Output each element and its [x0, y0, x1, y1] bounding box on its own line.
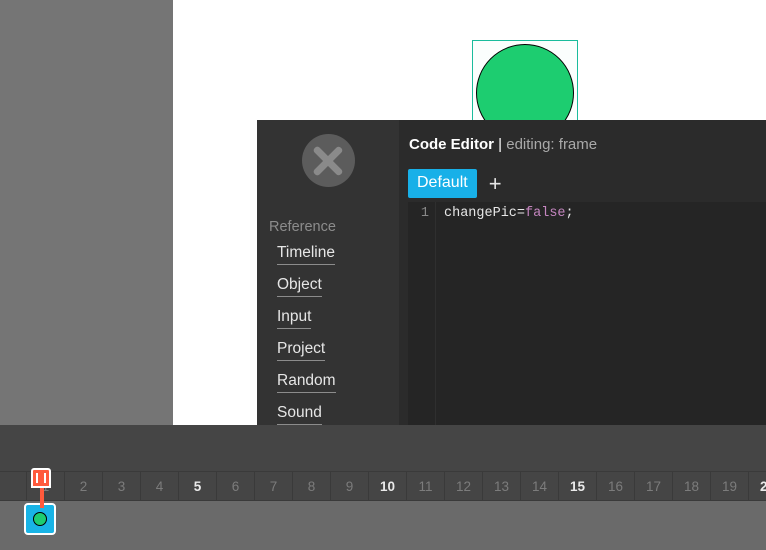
code-token-op: = [517, 206, 525, 221]
script-tab-bar: Default + [408, 169, 506, 198]
ruler-tick[interactable]: 5 [178, 472, 216, 500]
reference-item-input[interactable]: Input [277, 308, 311, 329]
script-tab-default[interactable]: Default [408, 169, 477, 198]
ruler-tick[interactable]: 19 [710, 472, 748, 500]
code-token-bool: false [525, 206, 566, 221]
ruler-tick[interactable]: 9 [330, 472, 368, 500]
reference-item-random[interactable]: Random [277, 372, 336, 393]
ruler-tick[interactable]: 3 [102, 472, 140, 500]
ruler-tick[interactable]: 20 [748, 472, 766, 500]
add-script-tab-button[interactable]: + [485, 173, 506, 195]
code-editor-main: Code Editor | editing: frame Default + 1… [399, 120, 766, 469]
timeline-playhead[interactable] [31, 468, 53, 508]
code-editor-panel: Reference Timeline Object Input Project … [257, 120, 766, 469]
ruler-tick[interactable]: 11 [406, 472, 444, 500]
frame-thumbnail-circle-icon [33, 512, 47, 526]
reference-item-timeline[interactable]: Timeline [277, 244, 335, 265]
ruler-tick[interactable]: 4 [140, 472, 178, 500]
reference-item-project[interactable]: Project [277, 340, 325, 361]
timeline-ruler[interactable]: 1234567891011121314151617181920 [0, 471, 766, 501]
ruler-tick[interactable]: 15 [558, 472, 596, 500]
ruler-tick[interactable]: 7 [254, 472, 292, 500]
code-token-punc: ; [566, 206, 574, 221]
close-icon[interactable] [302, 134, 355, 187]
line-number: 1 [408, 206, 429, 221]
code-editor-title-prefix: Code Editor [409, 136, 494, 153]
reference-item-object[interactable]: Object [277, 276, 322, 297]
ruler-tick[interactable]: 17 [634, 472, 672, 500]
ruler-tick[interactable]: 13 [482, 472, 520, 500]
stage-offcanvas-left [0, 0, 173, 425]
playhead-stem [40, 488, 44, 508]
ruler-tick[interactable]: 14 [520, 472, 558, 500]
reference-item-sound[interactable]: Sound [277, 404, 322, 425]
ruler-tick[interactable]: 10 [368, 472, 406, 500]
code-token-ident: changePic [444, 206, 517, 221]
timeline: 1234567891011121314151617181920 [0, 425, 766, 550]
ruler-tick[interactable]: 2 [64, 472, 102, 500]
code-editor-title: Code Editor | editing: frame [409, 136, 597, 153]
code-editor-title-mode: editing: frame [506, 136, 597, 153]
ruler-tick[interactable]: 8 [292, 472, 330, 500]
code-editor-sidebar: Reference Timeline Object Input Project … [257, 120, 399, 469]
playhead-flag-icon [31, 468, 51, 488]
ruler-tick[interactable]: 12 [444, 472, 482, 500]
ruler-tick[interactable]: 6 [216, 472, 254, 500]
ruler-tick[interactable]: 16 [596, 472, 634, 500]
ruler-tick[interactable]: 18 [672, 472, 710, 500]
reference-header: Reference [269, 219, 399, 235]
code-editor-title-sep: | [494, 136, 506, 153]
timeline-track[interactable] [0, 501, 766, 550]
